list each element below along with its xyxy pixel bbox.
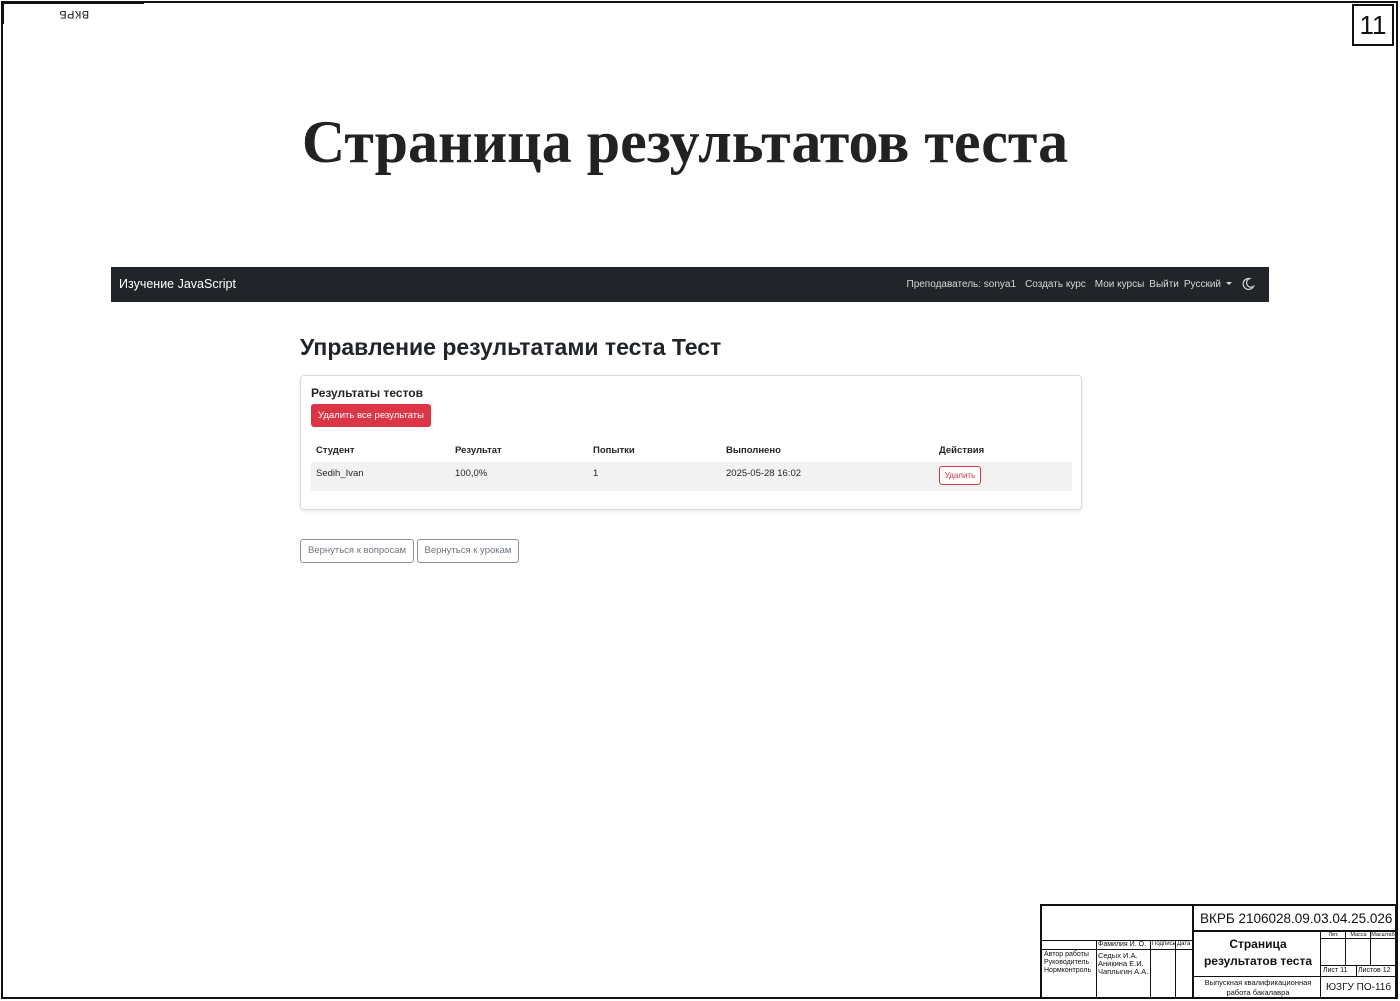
stamp-mass-header: Масса xyxy=(1350,932,1367,938)
results-card: Результаты тестов Удалить все результаты… xyxy=(300,375,1082,510)
stamp-scale-header: Масштаб xyxy=(1371,932,1395,938)
corner-document-code: ВКРБ 2106028.09.03.04.25.026 xyxy=(2,2,144,24)
page-heading: Управление результатами теста Тест xyxy=(300,334,722,360)
navbar: Изучение JavaScript Преподаватель: sonya… xyxy=(111,267,1269,302)
stamp-code: ВКРБ 2106028.09.03.04.25.026 xyxy=(1200,911,1393,926)
stamp-col-signature: Подпись xyxy=(1152,941,1176,947)
stamp-org: ЮЗГУ ПО-11б xyxy=(1325,982,1392,993)
title-block: ВКРБ 2106028.09.03.04.25.026 Фамилия И. … xyxy=(1040,904,1397,999)
stamp-name-normcontrol: Чаплыгин А.А. xyxy=(1098,967,1149,976)
table-row: Sedih_Ivan 100,0% 1 2025-05-28 16:02 Уда… xyxy=(311,462,1072,491)
column-header-attempts: Попытки xyxy=(593,445,635,456)
delete-all-results-button[interactable]: Удалить все результаты xyxy=(311,404,431,427)
column-header-student: Студент xyxy=(316,445,355,456)
delete-result-button[interactable]: Удалить xyxy=(939,466,981,485)
language-label: Русский xyxy=(1183,278,1221,290)
moon-icon[interactable] xyxy=(1241,277,1256,291)
chevron-down-icon xyxy=(1226,282,1232,286)
stamp-col-date: Дата xyxy=(1177,941,1191,947)
language-dropdown[interactable]: Русский xyxy=(1184,279,1232,290)
stamp-lit-header: Лит. xyxy=(1328,932,1339,938)
stamp-role-author: Автор работы xyxy=(1044,951,1089,958)
nav-teacher[interactable]: Преподаватель: sonya1 xyxy=(907,279,1017,290)
cell-result: 100,0% xyxy=(455,468,488,479)
stamp-title: Страница результатов теста xyxy=(1203,937,1313,968)
back-to-questions-button[interactable]: Вернуться к вопросам xyxy=(300,539,414,563)
navbar-brand[interactable]: Изучение JavaScript xyxy=(119,277,236,291)
slide-title: Страница результатов теста xyxy=(301,109,1069,175)
stamp-work-type: Выпускная квалификационная работа бакала… xyxy=(1204,978,1312,997)
stamp-role-supervisor: Руководитель xyxy=(1044,959,1090,966)
back-to-lessons-button[interactable]: Вернуться к урокам xyxy=(417,539,519,563)
stamp-role-normcontrol: Нормконтроль xyxy=(1044,967,1092,974)
stamp-col-name: Фамилия И. О. xyxy=(1098,941,1146,948)
app-screenshot: Изучение JavaScript Преподаватель: sonya… xyxy=(111,267,1269,577)
cell-attempts: 1 xyxy=(593,468,599,479)
column-header-result: Результат xyxy=(455,445,502,456)
table-header: Студент Результат Попытки Выполнено Дейс… xyxy=(311,438,1072,462)
nav-create-course[interactable]: Создать курс xyxy=(1025,279,1086,290)
nav-my-courses[interactable]: Мои курсы xyxy=(1095,279,1145,290)
nav-logout[interactable]: Выйти xyxy=(1149,279,1179,290)
stamp-sheet: Лист 11 xyxy=(1323,967,1348,974)
column-header-completed: Выполнено xyxy=(726,445,781,456)
sheet-number: 11 xyxy=(1352,4,1394,46)
card-title: Результаты тестов xyxy=(311,386,424,400)
navbar-links: Преподаватель: sonya1 Создать курс Мои к… xyxy=(907,277,1256,291)
results-table: Студент Результат Попытки Выполнено Дейс… xyxy=(311,438,1072,491)
column-header-actions: Действия xyxy=(939,445,985,456)
cell-student: Sedih_Ivan xyxy=(316,468,364,479)
stamp-sheets: Листов 12 xyxy=(1358,967,1391,974)
cell-completed: 2025-05-28 16:02 xyxy=(726,468,802,479)
